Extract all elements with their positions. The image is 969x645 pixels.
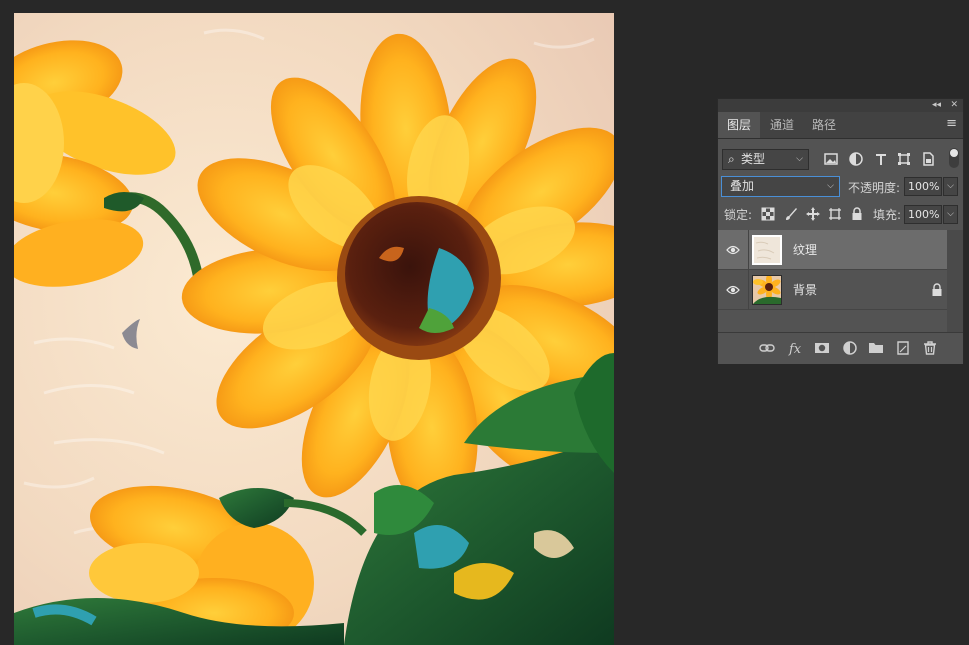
opacity-chevron-icon[interactable]: ⌵ [943, 177, 958, 196]
link-layers-icon[interactable] [759, 340, 775, 356]
tab-channels[interactable]: 通道 [761, 112, 803, 138]
sunflower-thumbnail-image [753, 274, 781, 304]
visibility-toggle[interactable] [718, 230, 749, 270]
chevron-down-icon: ⌵ [796, 154, 803, 164]
lock-transparent-pixels-icon[interactable] [761, 207, 775, 221]
lock-all-icon[interactable] [850, 207, 864, 221]
visibility-toggle[interactable] [718, 270, 749, 310]
sunflower-painting [14, 13, 614, 645]
adjustment-layer-icon[interactable] [842, 340, 858, 356]
shape-filter-icon[interactable] [897, 152, 911, 166]
new-group-icon[interactable] [868, 340, 884, 356]
layers-list: 纹理 背景 [718, 230, 947, 332]
svg-text:fx: fx [788, 342, 802, 356]
layer-thumbnail-texture [752, 235, 782, 265]
adjustment-filter-icon[interactable] [849, 152, 863, 166]
lock-image-pixels-icon[interactable] [784, 207, 798, 221]
blend-mode-dropdown[interactable]: 叠加 ⌵ [721, 176, 840, 197]
lock-position-icon[interactable] [806, 207, 820, 221]
fill-chevron-icon[interactable]: ⌵ [943, 205, 958, 224]
panel-menu-icon[interactable]: ≡ [946, 117, 957, 131]
opacity-input[interactable]: 100% [904, 177, 942, 196]
layer-name[interactable]: 背景 [793, 270, 817, 310]
tab-layers[interactable]: 图层 [718, 112, 760, 138]
document-canvas[interactable] [14, 13, 614, 645]
fill-label: 填充: [873, 208, 902, 222]
collapse-icon[interactable]: ◂◂ [932, 99, 941, 112]
eye-icon[interactable] [726, 245, 740, 255]
layer-filter-dropdown[interactable]: ⌕ 类型 ⌵ [722, 149, 809, 170]
layer-row-texture[interactable]: 纹理 [718, 230, 947, 270]
chevron-down-icon: ⌵ [827, 181, 834, 191]
image-filter-icon[interactable] [824, 152, 838, 166]
new-layer-icon[interactable] [895, 340, 911, 356]
layer-name[interactable]: 纹理 [793, 230, 817, 270]
lock-artboard-icon[interactable] [828, 207, 842, 221]
opacity-label: 不透明度: [848, 181, 901, 195]
panel-titlebar[interactable]: ◂◂ ✕ [718, 99, 963, 112]
fill-input[interactable]: 100% [904, 205, 942, 224]
layer-thumbnail-background [752, 274, 782, 305]
layer-row-background[interactable]: 背景 [718, 270, 947, 310]
close-icon[interactable]: ✕ [950, 99, 958, 112]
eye-icon[interactable] [726, 285, 740, 295]
fx-icon[interactable]: fx [788, 340, 804, 356]
type-filter-icon[interactable] [874, 152, 888, 166]
texture-thumbnail-image [754, 237, 780, 263]
add-mask-icon[interactable] [814, 340, 830, 356]
blend-mode-value: 叠加 [730, 179, 755, 193]
filter-toggle-switch[interactable] [949, 148, 959, 168]
lock-label: 锁定: [724, 208, 753, 222]
panel-footer: fx [718, 332, 963, 364]
panel-tabs: 图层 通道 路径 ≡ [718, 112, 963, 139]
lock-icon [932, 283, 942, 296]
filter-kind-label: 类型 [741, 152, 766, 166]
delete-icon[interactable] [922, 340, 938, 356]
smart-object-filter-icon[interactable] [921, 152, 935, 166]
search-icon: ⌕ [728, 152, 735, 166]
layers-panel: ◂◂ ✕ 图层 通道 路径 ≡ ⌕ 类型 ⌵ 叠加 ⌵ 不透明度: 100% ⌵… [717, 98, 964, 364]
tab-paths[interactable]: 路径 [804, 112, 844, 138]
layers-scrollbar[interactable] [947, 230, 963, 332]
